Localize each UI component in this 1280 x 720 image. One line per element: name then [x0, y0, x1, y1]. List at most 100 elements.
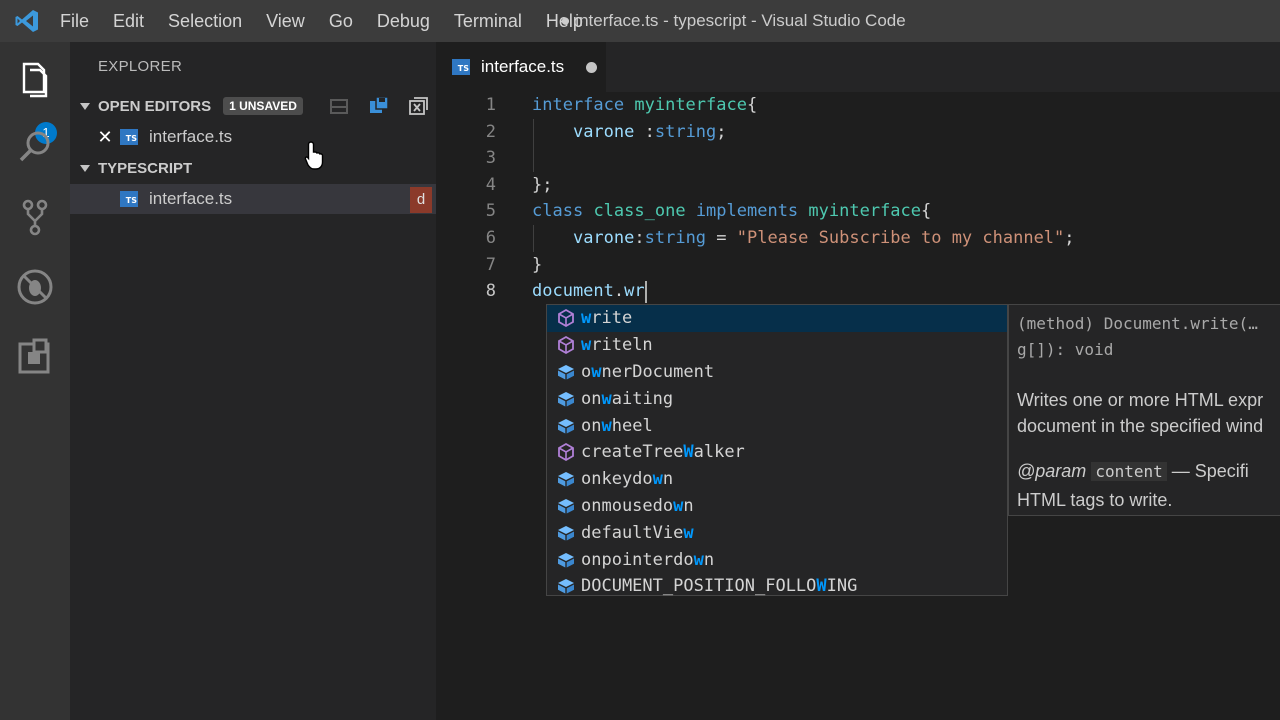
property-icon: [556, 469, 576, 489]
menu-item-debug[interactable]: Debug: [365, 0, 442, 42]
menu-item-go[interactable]: Go: [317, 0, 365, 42]
property-icon: [556, 523, 576, 543]
suggest-widget[interactable]: write writeln ownerDocument onwaiting onwhee…: [546, 304, 1008, 596]
open-editor-item[interactable]: ✕ TS interface.ts: [70, 122, 436, 152]
suggestion-item[interactable]: onwaiting: [547, 385, 1007, 412]
code-token: varone: [572, 121, 635, 142]
tab-label: interface.ts: [481, 57, 565, 76]
menu-item-edit[interactable]: Edit: [101, 0, 156, 42]
match-highlight: w: [581, 335, 592, 356]
line-number: 4: [485, 174, 496, 195]
signature-line-2: g[]): void: [1017, 340, 1114, 359]
explorer-icon[interactable]: [14, 58, 56, 100]
line-number: 2: [485, 121, 496, 142]
typescript-folder-label: TYPESCRIPT: [98, 159, 193, 177]
code-line: 8 document.wr: [436, 278, 1280, 305]
label-part: riteln: [591, 335, 653, 356]
line-number: 7: [485, 254, 496, 275]
line-number: 8: [485, 281, 496, 302]
code-token: myinterface: [808, 201, 922, 222]
line-number: 5: [485, 201, 496, 222]
save-all-icon[interactable]: [368, 95, 390, 117]
menu-item-view[interactable]: View: [254, 0, 317, 42]
extensions-icon[interactable]: [14, 336, 56, 378]
method-icon: [556, 442, 576, 462]
suggestion-item[interactable]: ownerDocument: [547, 359, 1007, 386]
debug-icon[interactable]: [14, 266, 56, 308]
match-highlight: w: [601, 415, 612, 436]
code-token: {: [921, 201, 932, 222]
code-token: ;: [716, 121, 727, 142]
editor-tab-interface-ts[interactable]: TS interface.ts: [436, 42, 606, 92]
label-part: o: [581, 361, 592, 382]
typescript-folder-header[interactable]: TYPESCRIPT: [70, 154, 436, 182]
suggestion-label: onpointerdown: [581, 550, 714, 570]
source-control-icon[interactable]: [14, 196, 56, 238]
suggestion-label: writeln: [581, 335, 653, 355]
suggestion-item[interactable]: defaultView: [547, 519, 1007, 546]
match-highlight: W: [816, 576, 827, 597]
label-part: onkeydo: [581, 469, 653, 490]
code-text: class class_one implements myinterface{: [532, 198, 931, 225]
property-icon: [556, 576, 576, 596]
menu-item-selection[interactable]: Selection: [156, 0, 254, 42]
workspace-file-name: interface.ts: [149, 189, 233, 208]
suggestion-item[interactable]: write: [547, 305, 1007, 332]
menu-item-help[interactable]: Help: [534, 0, 595, 42]
doc-line-1: Writes one or more HTML expr: [1017, 390, 1264, 410]
open-editors-header[interactable]: OPEN EDITORS 1 UNSAVED: [70, 92, 436, 120]
workspace-file-item[interactable]: TS interface.ts d: [70, 184, 436, 214]
close-all-icon[interactable]: [408, 95, 430, 117]
unsaved-dot-icon[interactable]: [586, 61, 598, 73]
close-icon[interactable]: ✕: [96, 127, 114, 148]
code-token: string: [654, 121, 717, 142]
property-icon: [556, 389, 576, 409]
label-part: ING: [826, 576, 858, 597]
suggestion-label: onmousedown: [581, 496, 694, 516]
suggestion-item[interactable]: onkeydown: [547, 466, 1007, 493]
code-text: document.wr: [532, 278, 645, 305]
git-decoration-badge: d: [410, 187, 432, 213]
typescript-file-icon: TS: [120, 129, 138, 145]
suggestion-label: ownerDocument: [581, 362, 714, 382]
code-line: 1 interface myinterface{: [436, 92, 1280, 119]
suggestion-label: DOCUMENT_POSITION_FOLLOWING: [581, 576, 857, 596]
match-highlight: w: [581, 308, 592, 329]
open-editor-file-name: interface.ts: [149, 127, 233, 146]
search-icon[interactable]: [14, 126, 56, 168]
code-text: };: [532, 172, 552, 199]
open-editors-label: OPEN EDITORS: [98, 97, 212, 115]
suggestion-item[interactable]: DOCUMENT_POSITION_FOLLOWING: [547, 573, 1007, 600]
code-line: 2 varone :string;: [436, 119, 1280, 146]
code-token: ;: [1064, 228, 1075, 248]
property-icon: [556, 496, 576, 516]
suggestion-item[interactable]: onmousedown: [547, 493, 1007, 520]
code-token: }: [532, 254, 543, 275]
suggestion-item[interactable]: writeln: [547, 332, 1007, 359]
suggestion-label: onwaiting: [581, 389, 673, 409]
label-part: aiting: [611, 388, 674, 409]
suggestion-label: defaultView: [581, 523, 694, 543]
suggestion-item[interactable]: createTreeWalker: [547, 439, 1007, 466]
match-highlight: w: [591, 361, 602, 382]
new-untitled-file-icon[interactable]: [328, 95, 350, 117]
code-token: string: [644, 228, 707, 248]
menu-item-terminal[interactable]: Terminal: [442, 0, 534, 42]
suggestion-item[interactable]: onpointerdown: [547, 546, 1007, 573]
menu-item-file[interactable]: File: [48, 0, 101, 42]
code-token: .: [613, 281, 625, 302]
label-part: heel: [611, 415, 653, 436]
code-token: class_one: [593, 201, 686, 222]
label-part: onmousedo: [581, 495, 674, 516]
activity-bar: 1: [0, 42, 70, 720]
suggestion-item[interactable]: onwheel: [547, 412, 1007, 439]
label-part: rite: [591, 308, 633, 329]
property-icon: [556, 362, 576, 382]
line-number: 1: [485, 95, 496, 115]
title-bar: File Edit Selection View Go Debug Terminal Help…: [0, 0, 1280, 42]
